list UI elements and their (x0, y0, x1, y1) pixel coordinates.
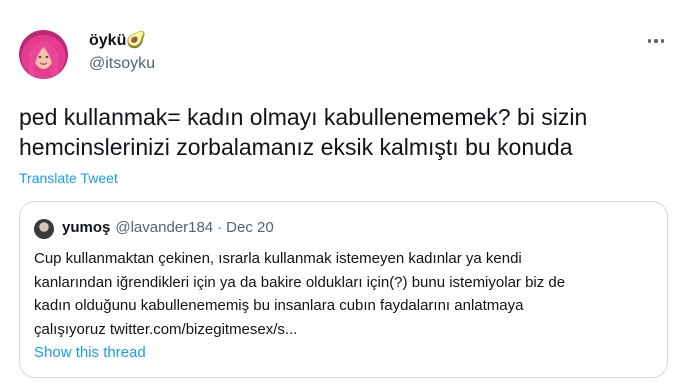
quoted-author-avatar (34, 219, 54, 239)
quoted-tweet-text: Cup kullanmaktan çekinen, ısrarla kullan… (34, 250, 566, 338)
author-name-text: öykü (89, 32, 127, 49)
quoted-author-handle: @lavander184 (115, 219, 214, 236)
more-dot (660, 39, 665, 43)
quoted-tweet-date: Dec 20 (226, 219, 274, 236)
tweet-card: öykü🥑 @itsoyku ped kullanmak= kadın olma… (0, 0, 690, 391)
more-dot (654, 39, 658, 43)
quoted-tweet-header: yumoş @lavander184 · Dec 20 (62, 219, 274, 236)
author-display-name[interactable]: öykü🥑 (89, 30, 146, 50)
header-separator: · (217, 219, 223, 236)
tweet-text: ped kullanmak= kadın olmayı kabullenemem… (19, 104, 588, 160)
quoted-tweet[interactable]: yumoş @lavander184 · Dec 20 Cup kullanmakta… (19, 201, 668, 378)
more-dot (647, 39, 652, 43)
author-handle[interactable]: @itsoyku (89, 55, 155, 73)
avocado-emoji-icon: 🥑 (126, 32, 147, 49)
show-thread-link[interactable]: Show this thread (34, 344, 146, 361)
author-avatar[interactable] (19, 30, 68, 79)
quoted-author-name: yumoş (62, 219, 111, 236)
more-options-icon[interactable] (644, 35, 668, 47)
translate-tweet-link[interactable]: Translate Tweet (19, 170, 118, 186)
